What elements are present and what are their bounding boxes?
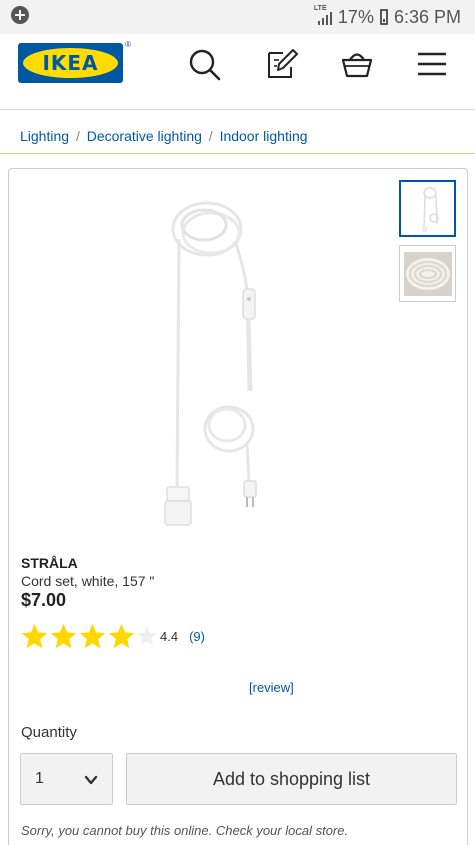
menu-icon[interactable] [415, 47, 449, 81]
rating-count[interactable]: (9) [189, 629, 205, 644]
notification-icon [11, 6, 29, 24]
basket-icon[interactable] [340, 47, 374, 81]
breadcrumb-separator: / [75, 128, 80, 144]
quantity-label: Quantity [21, 724, 77, 741]
status-bar-right: LTE 17% 6:36 PM [314, 5, 461, 28]
network-type: LTE [313, 5, 327, 12]
star-icon [108, 623, 135, 648]
search-icon[interactable] [187, 47, 221, 81]
product-description: Cord set, white, 157 " [21, 573, 155, 589]
product-rating: 4.4 (9) [20, 621, 205, 651]
star-empty-icon [137, 626, 157, 645]
top-navigation: IKEA ® [0, 34, 475, 110]
status-bar: LTE 17% 6:36 PM [0, 0, 475, 34]
store-availability-notice: Sorry, you cannot buy this online. Check… [21, 823, 349, 838]
ikea-logo[interactable]: IKEA ® [18, 40, 131, 83]
review-link[interactable]: [review] [249, 680, 294, 695]
product-card: STRÅLA Cord set, white, 157 " $7.00 4.4 … [8, 168, 468, 845]
star-icon [21, 623, 48, 648]
product-image-main[interactable] [149, 191, 259, 531]
breadcrumb-decorative-lighting[interactable]: Decorative lighting [87, 128, 202, 144]
product-price: $7.00 [21, 590, 67, 610]
shopping-list-icon[interactable] [265, 47, 299, 81]
thumbnail-2[interactable] [399, 245, 456, 302]
breadcrumb-indoor-lighting[interactable]: Indoor lighting [220, 128, 308, 144]
signal-icon: LTE [314, 5, 332, 25]
star-icon [50, 623, 77, 648]
battery-percent: 17% [337, 6, 374, 27]
logo-text: IKEA [42, 51, 99, 75]
thumbnail-image-coil [403, 251, 452, 296]
breadcrumb-lighting[interactable]: Lighting [20, 128, 69, 144]
quantity-value: 1 [35, 770, 44, 787]
product-name: STRÅLA [21, 555, 78, 571]
thumbnail-1[interactable] [399, 180, 456, 237]
breadcrumb: Lighting / Decorative lighting / Indoor … [0, 110, 475, 154]
logo-registered-mark: ® [125, 40, 131, 49]
star-icon [79, 623, 106, 648]
battery-icon [379, 9, 388, 25]
breadcrumb-separator: / [208, 128, 213, 144]
quantity-select[interactable]: 1 [20, 753, 113, 805]
chevron-down-icon [84, 775, 98, 785]
rating-value: 4.4 [160, 628, 179, 644]
add-to-shopping-list-button[interactable]: Add to shopping list [126, 753, 457, 805]
thumbnail-image-cord [421, 186, 439, 232]
clock: 6:36 PM [393, 6, 461, 27]
